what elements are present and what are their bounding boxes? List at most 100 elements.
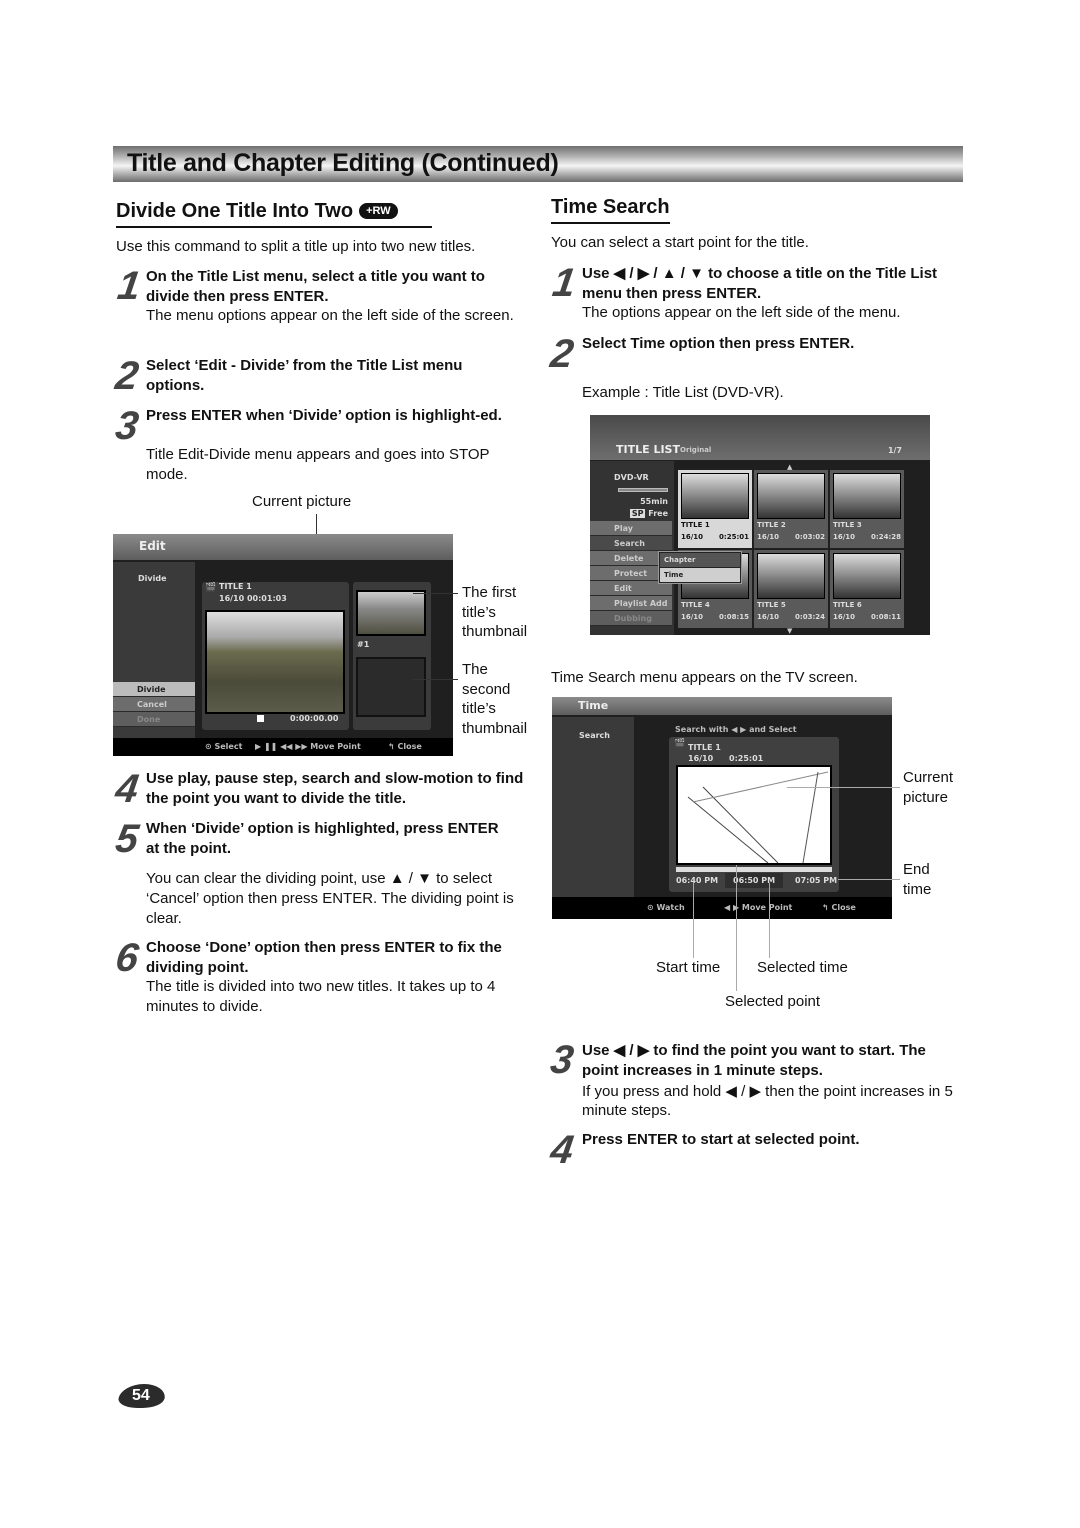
step-instruction: Select Time option then press ENTER. xyxy=(582,335,855,352)
submenu-item-time[interactable]: Time xyxy=(660,568,740,582)
title-list-header: TITLE LIST xyxy=(616,443,680,456)
step-detail: The options appear on the left side of t… xyxy=(582,304,901,321)
menu-item-search[interactable]: Search xyxy=(590,536,672,551)
menu-item-done[interactable]: Done xyxy=(113,712,195,727)
leader-line xyxy=(769,883,770,958)
time-search-intro: You can select a start point for the tit… xyxy=(551,234,809,251)
title-thumbnail-image xyxy=(757,553,825,599)
thumb-label: #1 xyxy=(357,640,370,649)
callout-start-time: Start time xyxy=(656,959,721,976)
title-thumbnail-card[interactable]: TITLE 6 16/10 0:08:11 xyxy=(830,550,904,628)
preview-date: 16/10 xyxy=(688,754,714,763)
title-name: TITLE 3 xyxy=(833,521,862,529)
osd-sidebar: Search xyxy=(552,717,634,897)
title-list-screen: TITLE LIST Original 1/7 DVD-VR 55min SP … xyxy=(590,415,930,635)
step-instruction: Use ◀ / ▶ / ▲ / ▼ to choose a title on t… xyxy=(582,265,938,302)
step-instruction: Use play, pause step, search and slow-mo… xyxy=(146,770,524,807)
scroll-up-icon[interactable]: ▲ xyxy=(787,463,792,471)
rw-badge: +RW xyxy=(359,203,398,219)
footer-move-point: ▶ ❚❚ ◀◀ ▶▶ Move Point xyxy=(255,742,361,751)
title-thumbnail-card[interactable]: TITLE 2 16/10 0:03:02 xyxy=(754,470,828,548)
thumbnail-panel: #1 xyxy=(353,582,431,730)
callout-selected-time: Selected time xyxy=(757,959,848,976)
divide-intro: Use this command to split a title up int… xyxy=(116,238,476,255)
step-instruction: Press ENTER when ‘Divide’ option is high… xyxy=(146,407,502,424)
menu-item-cancel[interactable]: Cancel xyxy=(113,697,195,712)
menu-item-divide[interactable]: Divide xyxy=(113,682,195,697)
title-date: 16/10 xyxy=(833,533,856,541)
time-search-title: Time Search xyxy=(551,196,670,224)
title-date: 16/10 xyxy=(833,613,856,621)
step-number: 4 xyxy=(112,767,142,811)
selected-time: 06:50 PM xyxy=(725,873,784,888)
current-picture xyxy=(205,610,345,714)
title-thumbnail-card[interactable]: TITLE 5 16/10 0:03:24 xyxy=(754,550,828,628)
osd-header-text: Time xyxy=(578,699,609,712)
title-thumbnail-image xyxy=(757,473,825,519)
side-label: Divide xyxy=(138,574,167,583)
start-time: 06:40 PM xyxy=(676,876,719,885)
step-number: 3 xyxy=(547,1038,577,1082)
preview-panel: 🎬 TITLE 1 16/10 00:01:03 0:00:00.00 xyxy=(202,582,349,730)
free-label: Free xyxy=(648,509,668,518)
stop-icon xyxy=(257,715,264,722)
footer-close: ↰ Close xyxy=(822,903,856,912)
title-date: 16/10 xyxy=(757,533,780,541)
callout-second-thumbnail: The second title’s thumbnail xyxy=(462,661,528,737)
footer-close: ↰ Close xyxy=(388,742,422,751)
title-date: 16/10 xyxy=(757,613,780,621)
title-thumbnail-card[interactable]: TITLE 1 16/10 0:25:01 xyxy=(678,470,752,548)
section-header-bar: Title and Chapter Editing (Continued) xyxy=(113,146,963,182)
menu-item-play[interactable]: Play xyxy=(590,521,672,536)
step-number: 5 xyxy=(112,817,142,861)
step-instruction: Choose ‘Done’ option then press ENTER to… xyxy=(146,939,502,976)
step-instruction: Press ENTER to start at selected point. xyxy=(582,1131,860,1148)
preview-length: 0:25:01 xyxy=(729,754,764,763)
preview-datetime: 16/10 00:01:03 xyxy=(219,594,287,603)
leader-line xyxy=(736,865,737,991)
sketch-image xyxy=(687,771,829,864)
leader-line xyxy=(787,787,900,788)
footer-select: ⊙ Select xyxy=(205,742,243,751)
divide-title-text: Divide One Title Into Two xyxy=(116,200,354,222)
title-length: 0:24:28 xyxy=(871,533,901,541)
disc-type: DVD-VR xyxy=(614,473,649,482)
title-length: 0:08:15 xyxy=(719,613,749,621)
title-thumbnail-image xyxy=(833,473,901,519)
end-time: 07:05 PM xyxy=(795,876,838,885)
submenu-item-chapter[interactable]: Chapter xyxy=(660,553,740,567)
time-counter: 0:00:00.00 xyxy=(290,714,339,723)
step-number: 4 xyxy=(547,1128,577,1172)
step-instruction: Select ‘Edit - Divide’ from the Title Li… xyxy=(146,357,463,394)
menu-item-playlist-add[interactable]: Playlist Add xyxy=(590,596,672,611)
example-label: Example : Title List (DVD-VR). xyxy=(582,384,784,401)
title-length: 0:08:11 xyxy=(871,613,901,621)
sp-mode-badge: SP xyxy=(629,509,646,518)
callout-end-time: End time xyxy=(903,861,932,898)
clapper-icon: 🎬 xyxy=(674,739,686,749)
title-thumbnail-card[interactable]: TITLE 3 16/10 0:24:28 xyxy=(830,470,904,548)
menu-item-dubbing[interactable]: Dubbing xyxy=(590,611,672,626)
step-number: 2 xyxy=(112,354,142,398)
preview-title: TITLE 1 xyxy=(688,743,721,752)
search-submenu: Chapter Time xyxy=(658,551,742,584)
leader-line xyxy=(413,593,458,594)
leader-line xyxy=(838,879,900,880)
step-instruction: Use ◀ / ▶ to find the point you want to … xyxy=(582,1042,926,1079)
scroll-down-icon[interactable]: ▼ xyxy=(787,627,792,635)
osd-header: TITLE LIST Original 1/7 xyxy=(590,415,930,460)
callout-selected-point: Selected point xyxy=(725,993,821,1010)
step-detail: The title is divided into two new titles… xyxy=(146,978,496,1015)
osd-footer: ⊙ Watch ◀ ▶ Move Point ↰ Close xyxy=(552,897,892,919)
step-detail: You can clear the dividing point, use ▲ … xyxy=(146,870,514,927)
second-title-thumbnail xyxy=(356,657,426,717)
callout-current-picture: Current picture xyxy=(252,493,352,510)
title-thumbnail-image xyxy=(833,553,901,599)
title-length: 0:03:24 xyxy=(795,613,825,621)
leader-line xyxy=(413,679,458,680)
step-instruction: On the Title List menu, select a title y… xyxy=(146,268,485,305)
osd-sidebar: DVD-VR 55min SP Free Play Search Delete … xyxy=(590,461,674,635)
footer-watch: ⊙ Watch xyxy=(647,903,685,912)
timeline-bar[interactable] xyxy=(676,867,832,872)
osd-header: Time xyxy=(552,697,892,715)
